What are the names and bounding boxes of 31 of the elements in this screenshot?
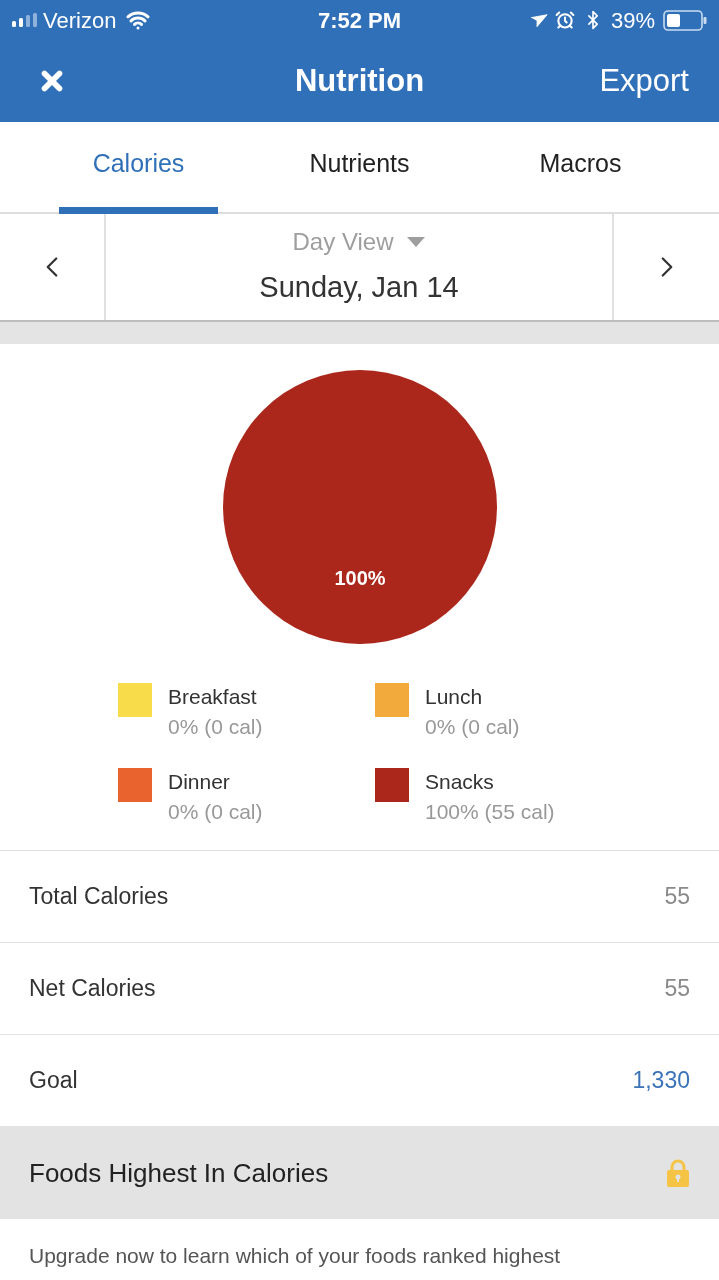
summary-label: Total Calories	[29, 882, 169, 912]
legend-meal-name: Dinner	[168, 769, 231, 795]
export-button[interactable]: Export	[599, 57, 689, 105]
upgrade-message: Upgrade now to learn which of your foods ranked highest	[28, 1243, 562, 1269]
tab[interactable]: Nutrients	[249, 122, 470, 212]
legend-meal-name: Snacks	[425, 769, 495, 795]
status-time: 7:52 PM	[317, 6, 402, 35]
signal-bars-icon	[12, 13, 37, 27]
summary-value: 55	[664, 882, 690, 912]
carrier-name: Verizon	[43, 6, 117, 35]
nav-title: Nutrition	[294, 61, 425, 100]
legend-meal-detail: 0% (0 cal)	[168, 714, 263, 740]
legend-meal-detail: 0% (0 cal)	[168, 799, 263, 825]
legend-meal-name: Breakfast	[168, 684, 258, 710]
summary-value: 55	[664, 974, 690, 1004]
tab[interactable]: Macros	[470, 122, 691, 212]
slice-percent-label: 100%	[333, 567, 386, 590]
battery-icon	[663, 9, 707, 31]
summary-label: Net Calories	[29, 974, 156, 1004]
alarm-clock-icon	[554, 10, 575, 30]
tab[interactable]: Calories	[28, 122, 249, 212]
battery-percent: 39%	[610, 6, 655, 35]
summary-label: Goal	[29, 1066, 78, 1096]
view-dropdown[interactable]: Day View	[292, 224, 426, 261]
dropdown-triangle-icon	[407, 237, 426, 248]
legend-meal-detail: 100% (55 cal)	[425, 799, 555, 825]
legend-meal-detail: 0% (0 cal)	[425, 714, 520, 740]
goal-link[interactable]: 1,330	[632, 1063, 690, 1098]
legend-meal-name: Lunch	[425, 684, 484, 710]
section-title: Foods Highest In Calories	[29, 1156, 329, 1190]
selected-date: Sunday, Jan 14	[259, 270, 459, 306]
